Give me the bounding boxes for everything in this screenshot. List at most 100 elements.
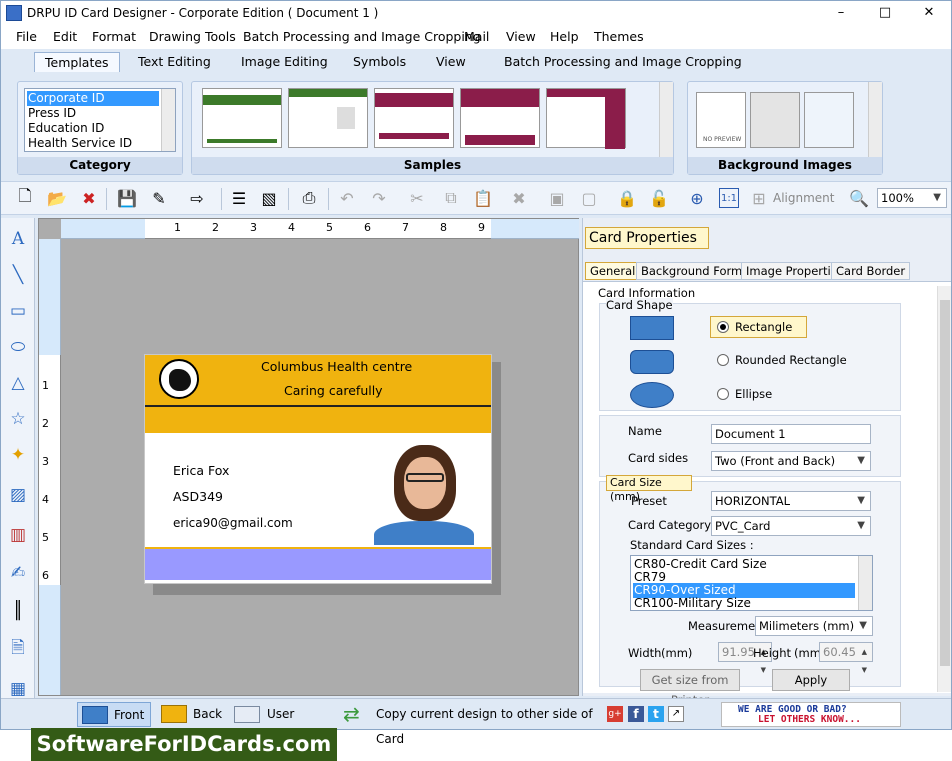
user-profile-button[interactable]: User Profile bbox=[232, 702, 330, 746]
category-item-press[interactable]: Press ID bbox=[27, 106, 76, 121]
tab-text-editing[interactable]: Text Editing bbox=[138, 54, 211, 69]
delete-icon[interactable]: ✖ bbox=[509, 188, 529, 208]
save-as-icon[interactable]: ✎ bbox=[149, 188, 169, 208]
id-card[interactable]: Columbus Health centre Caring carefully … bbox=[144, 354, 492, 584]
sizes-scrollbar[interactable] bbox=[858, 556, 872, 610]
new-icon[interactable]: 🗋 bbox=[15, 186, 35, 208]
star-tool-icon[interactable]: ☆ bbox=[7, 408, 29, 430]
image-icon[interactable]: ▧ bbox=[259, 188, 279, 208]
picture-tool-icon[interactable]: ▦ bbox=[7, 678, 29, 700]
minimize-button[interactable]: – bbox=[819, 3, 863, 23]
triangle-tool-icon[interactable]: △ bbox=[7, 372, 29, 394]
export-icon[interactable]: ⇨ bbox=[187, 188, 207, 208]
symbol-tool-icon[interactable]: ✦ bbox=[7, 444, 29, 466]
menu-drawing-tools[interactable]: Drawing Tools bbox=[149, 29, 236, 44]
category-item-corporate[interactable]: Corporate ID bbox=[27, 91, 159, 106]
card-holder-name[interactable]: Erica Fox bbox=[173, 463, 229, 478]
tab-batch[interactable]: Batch Processing and Image Cropping bbox=[504, 54, 742, 69]
tab-view[interactable]: View bbox=[436, 54, 466, 69]
undo-icon[interactable]: ↶ bbox=[337, 188, 357, 208]
line-tool-icon[interactable]: ╲ bbox=[7, 264, 29, 286]
menu-view[interactable]: View bbox=[506, 29, 536, 44]
close-button[interactable]: ✕ bbox=[907, 3, 951, 23]
bg-thumb-pattern[interactable] bbox=[750, 92, 800, 148]
image-tool-icon[interactable]: ▨ bbox=[7, 484, 29, 506]
size-item-cr100[interactable]: CR100-Military Size bbox=[633, 596, 751, 611]
google-plus-icon[interactable]: g+ bbox=[607, 706, 623, 722]
lock-icon[interactable]: 🔒 bbox=[617, 188, 637, 208]
unlock-icon[interactable]: 🔓 bbox=[649, 188, 669, 208]
rounded-radio[interactable] bbox=[717, 354, 729, 366]
sample-thumb-4[interactable] bbox=[460, 88, 540, 148]
back-button[interactable]: Back bbox=[159, 702, 222, 727]
menu-file[interactable]: File bbox=[16, 29, 37, 44]
zoom-icon[interactable]: 🔍 bbox=[849, 188, 869, 208]
bg-scrollbar[interactable] bbox=[868, 82, 882, 158]
library-tool-icon[interactable]: ▥ bbox=[7, 524, 29, 546]
group-icon[interactable]: ▣ bbox=[547, 188, 567, 208]
props-scrollbar[interactable] bbox=[937, 286, 951, 692]
signature-tool-icon[interactable]: ✍ bbox=[7, 562, 29, 584]
card-org-name[interactable]: Columbus Health centre bbox=[261, 359, 412, 374]
tab-general[interactable]: General bbox=[585, 262, 641, 280]
name-input[interactable]: Document 1 bbox=[711, 424, 871, 444]
height-input[interactable]: 60.45 ▲ ▼ bbox=[819, 642, 873, 674]
user-photo[interactable] bbox=[369, 439, 479, 545]
sample-thumb-2[interactable] bbox=[288, 88, 368, 148]
standard-sizes-list[interactable]: CR80-Credit Card Size CR79 CR90-Over Siz… bbox=[630, 555, 873, 611]
sample-thumb-1[interactable] bbox=[202, 88, 282, 148]
preset-select[interactable]: HORIZONTAL ▼ bbox=[711, 491, 871, 511]
watermark-tool-icon[interactable]: 🗎 bbox=[7, 638, 29, 660]
menu-help[interactable]: Help bbox=[550, 29, 579, 44]
apply-button[interactable]: Apply bbox=[772, 669, 850, 691]
bg-thumb-grid[interactable] bbox=[804, 92, 854, 148]
ellipse-shape-icon[interactable] bbox=[630, 382, 674, 408]
card-sides-select[interactable]: Two (Front and Back) ▼ bbox=[711, 451, 871, 471]
front-button[interactable]: Front bbox=[77, 702, 151, 727]
design-canvas[interactable]: 1 2 3 4 5 6 7 8 9 1 2 3 4 5 6 Columbus H… bbox=[38, 218, 579, 696]
rectangle-radio[interactable] bbox=[717, 321, 729, 333]
menu-batch[interactable]: Batch Processing and Image Cropping bbox=[243, 29, 481, 44]
ungroup-icon[interactable]: ▢ bbox=[579, 188, 599, 208]
alignment-icon[interactable]: ⊞ bbox=[749, 188, 769, 208]
rounded-shape-icon[interactable] bbox=[630, 350, 674, 374]
facebook-icon[interactable]: f bbox=[628, 706, 644, 722]
bg-thumb-none[interactable]: NO PREVIEW bbox=[696, 92, 746, 148]
redo-icon[interactable]: ↷ bbox=[369, 188, 389, 208]
ellipse-radio[interactable] bbox=[717, 388, 729, 400]
sample-thumb-3[interactable] bbox=[374, 88, 454, 148]
barcode-tool-icon[interactable]: ║ bbox=[7, 600, 29, 622]
category-item-health[interactable]: Health Service ID bbox=[27, 136, 132, 151]
twitter-icon[interactable]: t bbox=[648, 706, 664, 722]
ellipse-option-label[interactable]: Ellipse bbox=[735, 387, 772, 401]
copy-icon[interactable]: ⧉ bbox=[441, 188, 461, 208]
menu-edit[interactable]: Edit bbox=[53, 29, 77, 44]
measurement-unit-select[interactable]: Milimeters (mm) ▼ bbox=[755, 616, 873, 636]
menu-themes[interactable]: Themes bbox=[594, 29, 644, 44]
zoom-select[interactable]: 100% ▼ bbox=[877, 188, 947, 208]
get-size-from-printer-button[interactable]: Get size from Printer bbox=[640, 669, 740, 707]
card-holder-email[interactable]: erica90@gmail.com bbox=[173, 516, 293, 530]
menu-format[interactable]: Format bbox=[92, 29, 136, 44]
actual-size-icon[interactable]: 1:1 bbox=[719, 188, 739, 208]
card-category-select[interactable]: PVC_Card ▼ bbox=[711, 516, 871, 536]
rounded-option-label[interactable]: Rounded Rectangle bbox=[735, 353, 847, 367]
tab-templates[interactable]: Templates bbox=[34, 52, 120, 72]
category-list[interactable]: Corporate ID Press ID Education ID Healt… bbox=[24, 88, 176, 152]
print-icon[interactable]: ⎙ bbox=[299, 188, 319, 208]
save-icon[interactable]: 💾 bbox=[117, 188, 137, 208]
card-tagline[interactable]: Caring carefully bbox=[284, 383, 383, 398]
share-icon[interactable]: ↗ bbox=[668, 706, 684, 722]
tab-image-editing[interactable]: Image Editing bbox=[241, 54, 328, 69]
cut-icon[interactable]: ✂ bbox=[407, 188, 427, 208]
maximize-button[interactable]: □ bbox=[863, 3, 907, 23]
tab-symbols[interactable]: Symbols bbox=[353, 54, 406, 69]
rectangle-shape-icon[interactable] bbox=[630, 316, 674, 340]
close-doc-icon[interactable]: ✖ bbox=[79, 188, 99, 208]
copy-design-button[interactable]: ⇄ Copy current design to other side of Ca… bbox=[341, 702, 597, 746]
feedback-banner[interactable]: WE ARE GOOD OR BAD? LET OTHERS KNOW... bbox=[721, 702, 901, 727]
text-tool-icon[interactable]: A bbox=[7, 228, 29, 250]
rectangle-tool-icon[interactable]: ▭ bbox=[7, 300, 29, 322]
rectangle-option-label[interactable]: Rectangle bbox=[735, 320, 792, 334]
category-item-education[interactable]: Education ID bbox=[27, 121, 104, 136]
